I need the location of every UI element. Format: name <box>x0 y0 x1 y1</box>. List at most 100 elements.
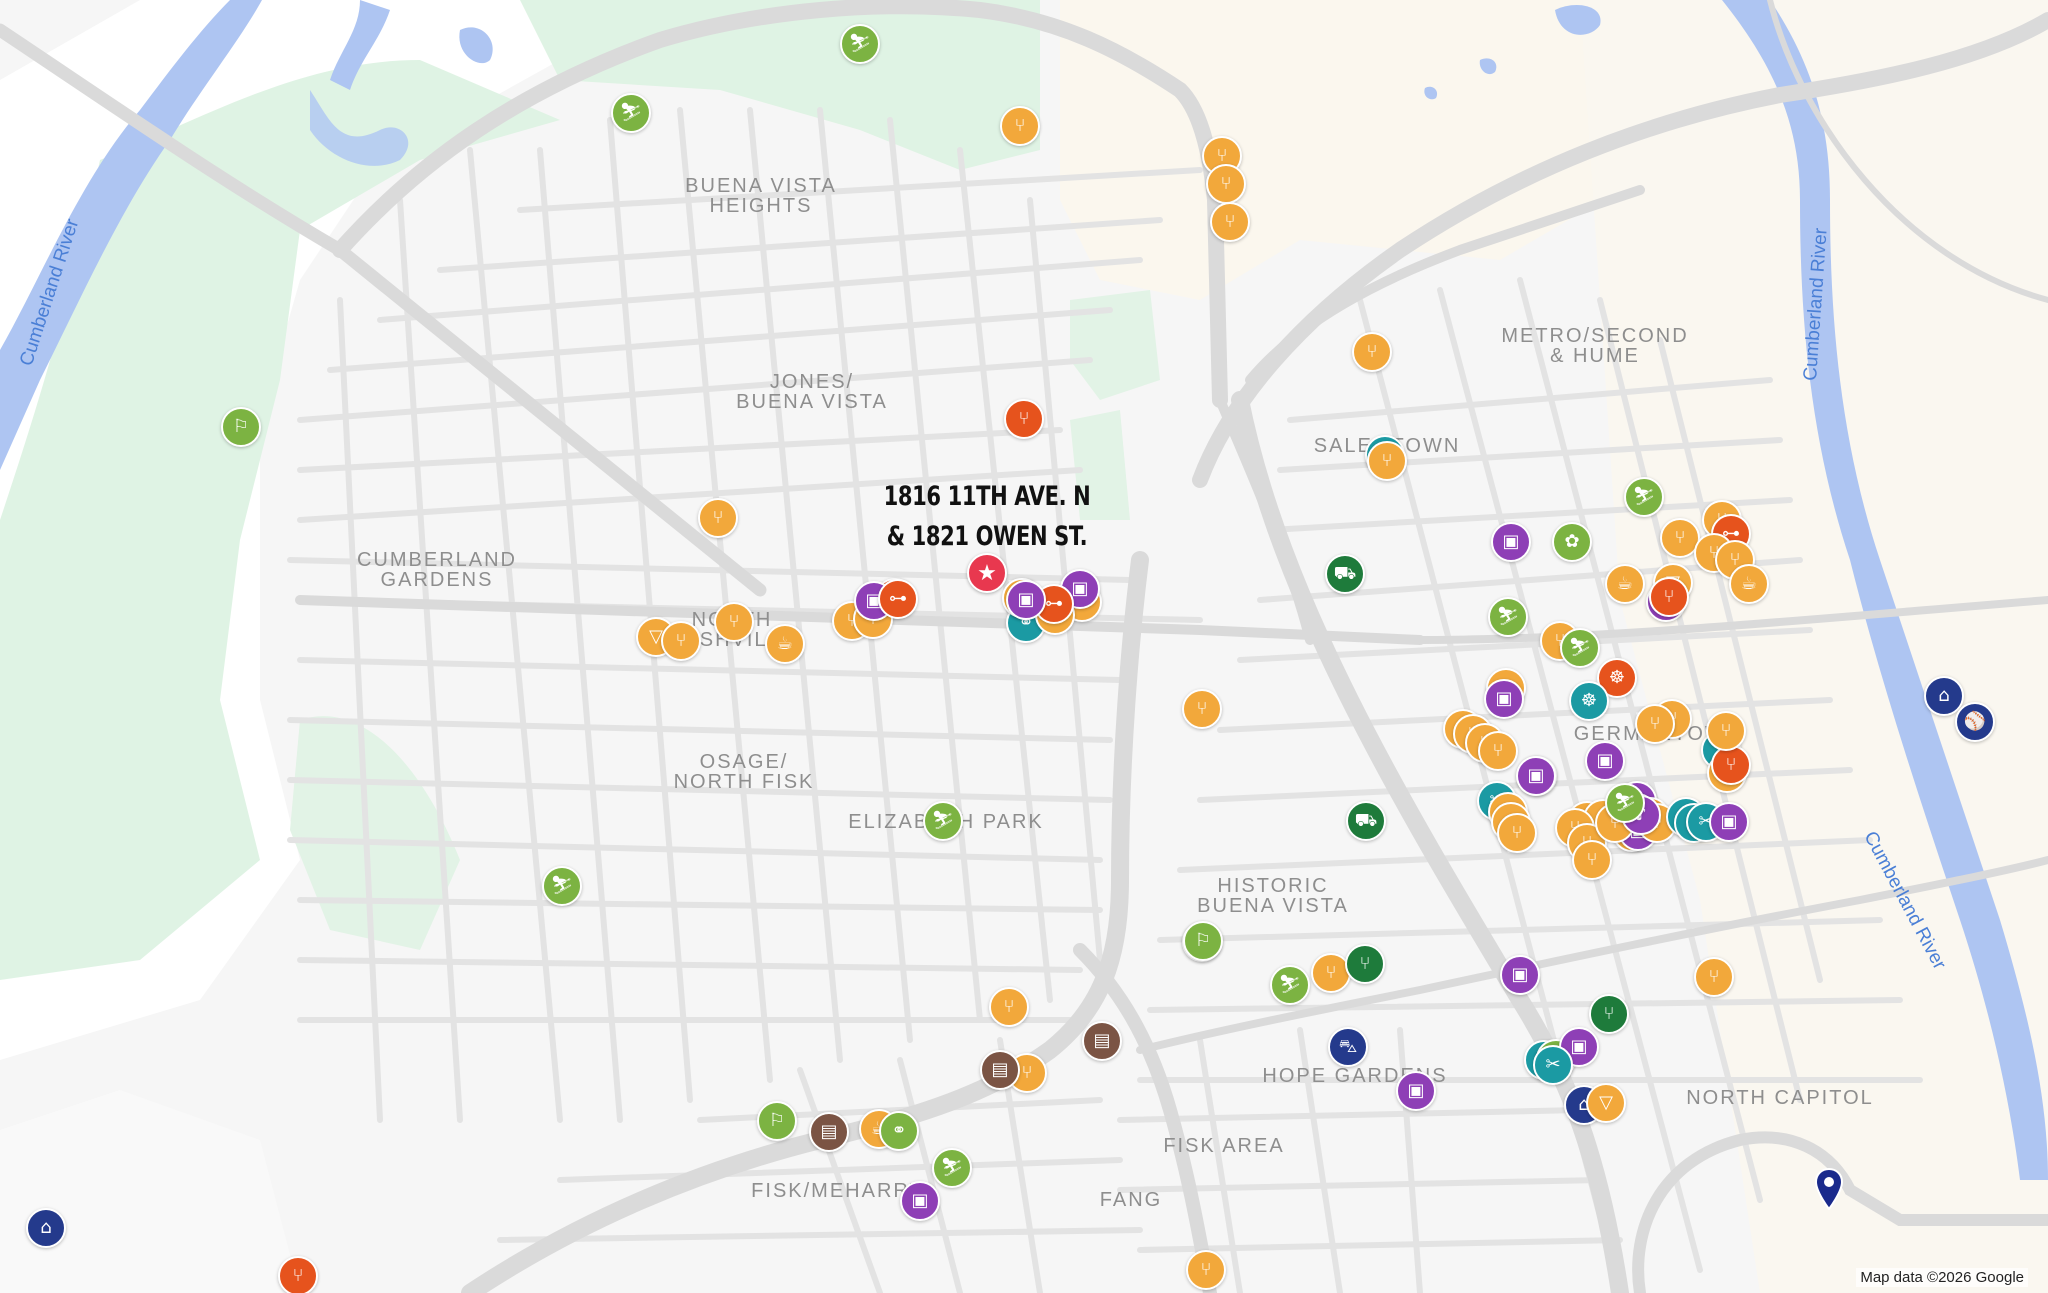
cart-icon: ⛟ <box>1333 563 1357 584</box>
restaurant-icon: ⑂ <box>1014 115 1026 136</box>
poi-restaurant-marker[interactable]: ⑂ <box>1186 1250 1226 1290</box>
poi-shopping-bag-marker[interactable]: ▣ <box>1484 679 1524 719</box>
poi-bike-marker[interactable]: ⚭ <box>879 1111 919 1151</box>
poi-restaurant-marker[interactable]: ⑂ <box>1345 944 1385 984</box>
poi-restaurant-marker[interactable]: ⑂ <box>1694 957 1734 997</box>
shopping-bag-icon: ▣ <box>1017 589 1035 610</box>
poi-shopping-bag-marker[interactable]: ▣ <box>1491 522 1531 562</box>
restaurant-icon: ⑂ <box>1220 173 1232 194</box>
poi-shopping-bag-marker[interactable]: ▣ <box>900 1181 940 1221</box>
poi-golf-marker[interactable]: ⚐ <box>1183 921 1223 961</box>
hiking-icon: ⛷ <box>931 810 955 831</box>
neighborhood-label: FANG <box>1099 1189 1163 1211</box>
shopping-bag-icon: ▣ <box>1570 1036 1588 1057</box>
poi-restaurant-marker[interactable]: ⑂ <box>1635 704 1675 744</box>
poi-restaurant-marker[interactable]: ⑂ <box>661 621 701 661</box>
restaurant-icon: ⑂ <box>1216 145 1228 166</box>
poi-dumbbell-marker[interactable]: ⊶ <box>878 579 918 619</box>
poi-museum-marker[interactable]: ⌂ <box>26 1208 66 1248</box>
poi-restaurant-marker[interactable]: ⑂ <box>1206 164 1246 204</box>
poi-restaurant-marker[interactable]: ⑂ <box>1478 731 1518 771</box>
poi-restaurant-marker[interactable]: ⑂ <box>1000 106 1040 146</box>
golf-icon: ⚐ <box>232 416 250 437</box>
poi-restaurant-marker[interactable]: ⑂ <box>1352 332 1392 372</box>
poi-golf-marker[interactable]: ⚐ <box>757 1101 797 1141</box>
poi-book-marker[interactable]: ▤ <box>980 1050 1020 1090</box>
poi-paw-marker[interactable]: ✿ <box>1552 522 1592 562</box>
book-icon: ▤ <box>991 1059 1009 1080</box>
shopping-bag-icon: ▣ <box>1527 765 1545 786</box>
poi-shopping-bag-marker[interactable]: ▣ <box>1709 802 1749 842</box>
poi-restaurant-marker[interactable]: ⑂ <box>1210 202 1250 242</box>
poi-restaurant-marker[interactable]: ⑂ <box>698 498 738 538</box>
property-star-icon[interactable]: ★ <box>967 553 1007 593</box>
poi-shopping-bag-marker[interactable]: ▣ <box>1500 955 1540 995</box>
poi-cart-marker[interactable]: ⛟ <box>1346 801 1386 841</box>
poi-restaurant-marker[interactable]: ⑂ <box>1706 711 1746 751</box>
poi-car-marker[interactable]: ⛍ <box>1328 1027 1368 1067</box>
poi-restaurant-marker[interactable]: ⑂ <box>1711 745 1751 785</box>
poi-coffee-marker[interactable]: ☕ <box>1605 564 1645 604</box>
museum-icon: ⌂ <box>40 1217 52 1238</box>
poi-book-marker[interactable]: ▤ <box>809 1112 849 1152</box>
dumbbell-icon: ⊶ <box>889 588 907 609</box>
poi-cart-marker[interactable]: ⛟ <box>1325 554 1365 594</box>
shopping-bag-icon: ▣ <box>1071 578 1089 599</box>
poi-hiking-marker[interactable]: ⛷ <box>1624 477 1664 517</box>
poi-shopping-bag-marker[interactable]: ▣ <box>1516 756 1556 796</box>
poi-hiking-marker[interactable]: ⛷ <box>1488 597 1528 637</box>
restaurant-icon: ⑂ <box>1366 341 1378 362</box>
restaurant-icon: ⑂ <box>1325 962 1337 983</box>
location-marker-icon[interactable] <box>1814 1168 1844 1210</box>
restaurant-icon: ⑂ <box>1649 713 1661 734</box>
poi-restaurant-marker[interactable]: ⑂ <box>1367 441 1407 481</box>
scissors-icon: ✂ <box>1545 1054 1561 1075</box>
restaurant-icon: ⑂ <box>1586 849 1598 870</box>
poi-shopping-bag-marker[interactable]: ▣ <box>1006 580 1046 620</box>
restaurant-icon: ⑂ <box>1003 996 1015 1017</box>
poi-shopping-bag-marker[interactable]: ▣ <box>1585 741 1625 781</box>
poi-golf-marker[interactable]: ⚐ <box>221 407 261 447</box>
poi-restaurant-marker[interactable]: ⑂ <box>989 987 1029 1027</box>
poi-hiking-marker[interactable]: ⛷ <box>1270 965 1310 1005</box>
poi-bar-marker[interactable]: ▽ <box>1586 1083 1626 1123</box>
neighborhood-label: FISK AREA <box>1163 1135 1285 1157</box>
poi-baseball-marker[interactable]: ⚾ <box>1955 702 1995 742</box>
property-title-line-1: 1816 11TH AVE. N <box>883 481 1091 512</box>
poi-shopping-bag-marker[interactable]: ▣ <box>1396 1071 1436 1111</box>
poi-restaurant-marker[interactable]: ⑂ <box>714 602 754 642</box>
restaurant-icon: ⑂ <box>1511 822 1523 843</box>
poi-restaurant-marker[interactable]: ⑂ <box>1497 813 1537 853</box>
property-title: 1816 11TH AVE. N & 1821 OWEN ST. <box>854 477 1119 557</box>
poi-restaurant-marker[interactable]: ⑂ <box>1182 689 1222 729</box>
yoga-icon: ☸ <box>1608 667 1626 688</box>
map-attribution: Map data ©2026 Google <box>1856 1268 2028 1287</box>
restaurant-icon: ⑂ <box>1196 698 1208 719</box>
poi-restaurant-marker[interactable]: ⑂ <box>1572 840 1612 880</box>
poi-restaurant-marker[interactable]: ⑂ <box>1589 994 1629 1034</box>
poi-hiking-marker[interactable]: ⛷ <box>923 801 963 841</box>
shopping-bag-icon: ▣ <box>1720 811 1738 832</box>
neighborhood-label: OSAGE/NORTH FISK <box>673 751 815 793</box>
neighborhood-label: JONES/BUENA VISTA <box>736 371 888 413</box>
poi-hiking-marker[interactable]: ⛷ <box>542 866 582 906</box>
poi-hiking-marker[interactable]: ⛷ <box>1605 783 1645 823</box>
poi-hiking-marker[interactable]: ⛷ <box>1560 628 1600 668</box>
restaurant-icon: ⑂ <box>1492 740 1504 761</box>
poi-restaurant-marker[interactable]: ⑂ <box>1649 577 1689 617</box>
poi-hiking-marker[interactable]: ⛷ <box>932 1148 972 1188</box>
poi-restaurant-marker[interactable]: ⑂ <box>278 1256 318 1293</box>
hiking-icon: ⛷ <box>619 102 643 123</box>
poi-coffee-marker[interactable]: ☕ <box>1729 564 1769 604</box>
poi-yoga-marker[interactable]: ☸ <box>1569 681 1609 721</box>
poi-scissors-marker[interactable]: ✂ <box>1533 1045 1573 1085</box>
map-canvas[interactable]: Cumberland River Cumberland River Cumber… <box>0 0 2048 1293</box>
poi-restaurant-marker[interactable]: ⑂ <box>1004 399 1044 439</box>
museum-icon: ⌂ <box>1938 685 1950 706</box>
poi-coffee-marker[interactable]: ☕ <box>765 624 805 664</box>
poi-hiking-marker[interactable]: ⛷ <box>840 24 880 64</box>
poi-book-marker[interactable]: ▤ <box>1082 1021 1122 1061</box>
neighborhood-label: HISTORIC BUENA VISTA <box>1197 875 1349 917</box>
poi-hiking-marker[interactable]: ⛷ <box>611 93 651 133</box>
hiking-icon: ⛷ <box>1613 792 1637 813</box>
